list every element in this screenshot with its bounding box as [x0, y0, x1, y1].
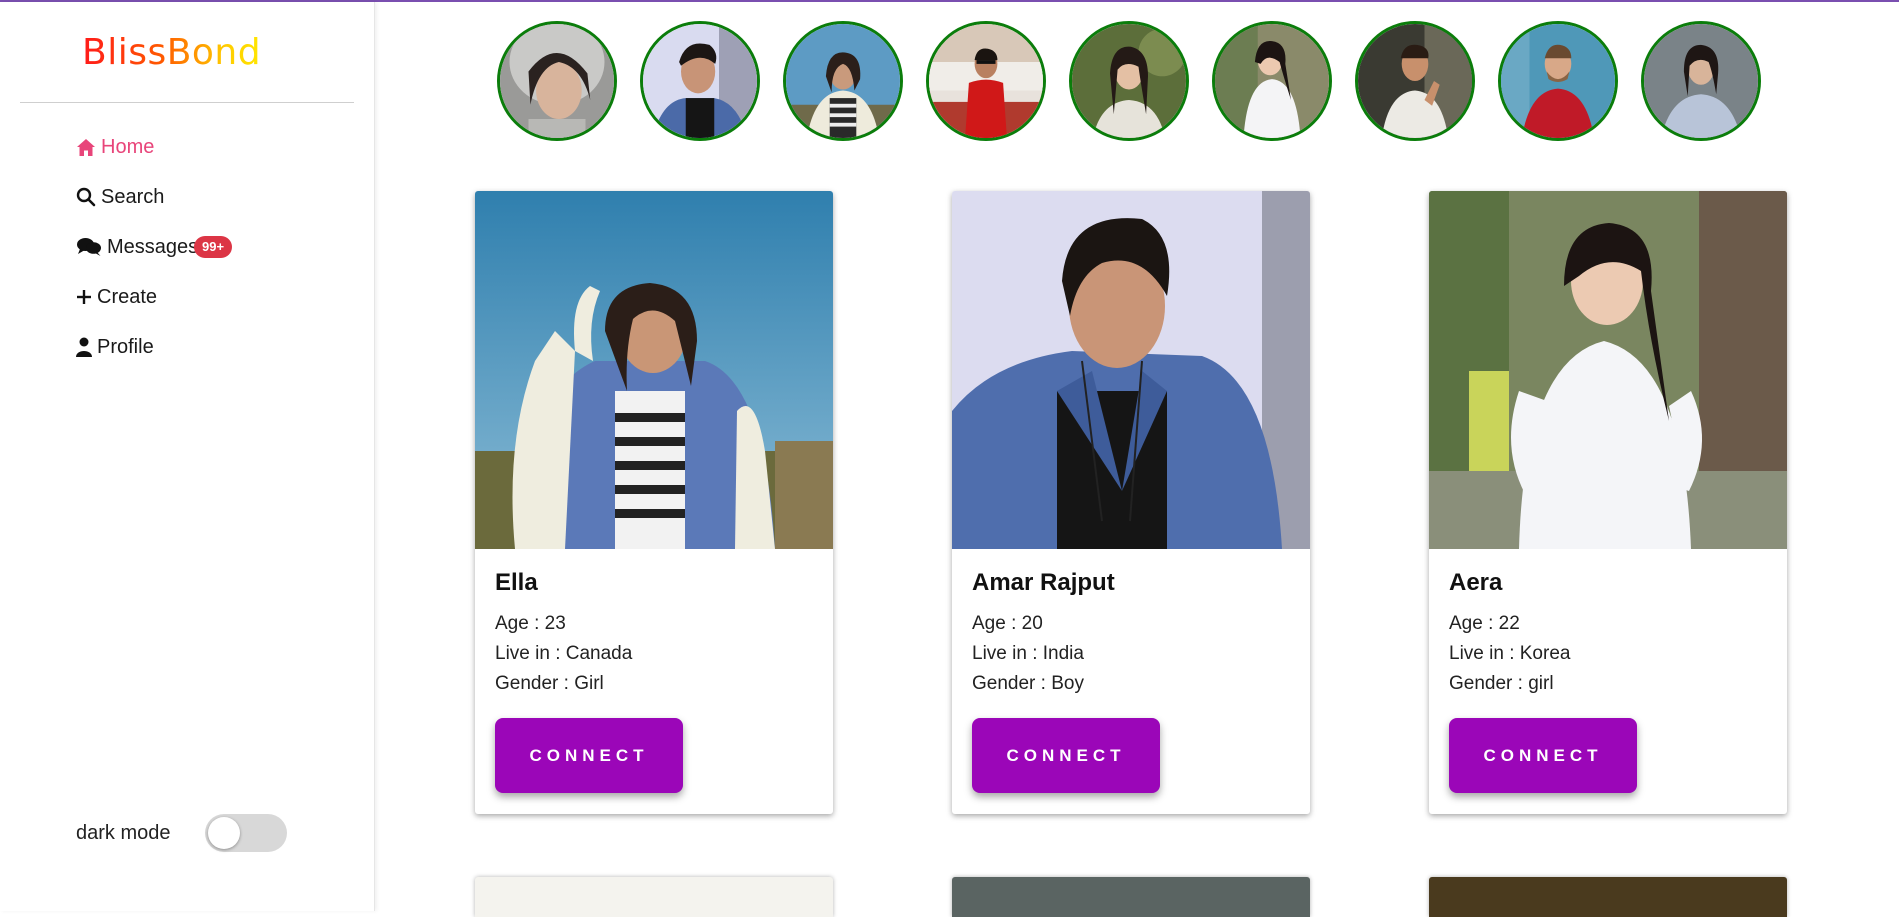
toggle-knob [207, 817, 240, 849]
profile-card-partial [952, 877, 1310, 917]
connect-button[interactable]: CONNECT [972, 718, 1160, 793]
profile-gender: Gender : Girl [495, 673, 604, 694]
unread-badge: 99+ [194, 236, 233, 258]
chat-bubbles-icon [75, 236, 103, 258]
profile-photo[interactable] [1429, 191, 1787, 549]
story-avatar[interactable] [497, 21, 617, 141]
story-avatar[interactable] [783, 21, 903, 141]
connect-button[interactable]: CONNECT [1449, 718, 1637, 793]
profile-photo[interactable] [952, 191, 1310, 549]
user-icon [75, 336, 93, 358]
divider [20, 102, 354, 103]
sidebar-item-search[interactable]: Search [75, 186, 198, 236]
sidebar-item-home[interactable]: Home [75, 136, 198, 186]
stories-row [497, 21, 1761, 141]
sidebar-item-label: Create [97, 286, 158, 308]
sidebar-item-label: Profile [97, 336, 154, 358]
profile-photo[interactable] [475, 191, 833, 549]
profile-name: Ella [495, 569, 538, 596]
profile-age: Age : 22 [1449, 613, 1520, 634]
story-avatar[interactable] [926, 21, 1046, 141]
dark-mode-toggle[interactable] [204, 814, 287, 852]
connect-button[interactable]: CONNECT [495, 718, 683, 793]
profile-gender: Gender : girl [1449, 673, 1554, 694]
profile-location: Live in : India [972, 643, 1084, 664]
dark-mode-control: dark mode [76, 814, 287, 852]
home-icon [75, 136, 97, 158]
app-logo[interactable]: BlissBond [82, 32, 261, 73]
profile-age: Age : 20 [972, 613, 1043, 634]
profile-location: Live in : Canada [495, 643, 633, 664]
profile-card: Amar Rajput Age : 20 Live in : India Gen… [952, 191, 1310, 814]
sidebar-item-create[interactable]: Create [75, 286, 198, 336]
sidebar-item-profile[interactable]: Profile [75, 336, 198, 386]
story-avatar[interactable] [1641, 21, 1761, 141]
profile-location: Live in : Korea [1449, 643, 1571, 664]
profile-name: Aera [1449, 569, 1503, 596]
dark-mode-label: dark mode [76, 821, 171, 844]
story-avatar[interactable] [640, 21, 760, 141]
profile-card: Ella Age : 23 Live in : Canada Gender : … [475, 191, 833, 814]
search-icon [75, 186, 97, 208]
story-avatar[interactable] [1212, 21, 1332, 141]
story-avatar[interactable] [1498, 21, 1618, 141]
sidebar: BlissBond Home Search Messages 99+ Creat… [0, 2, 375, 911]
profile-card-partial [1429, 877, 1787, 917]
sidebar-item-label: Home [101, 136, 155, 158]
profile-gender: Gender : Boy [972, 673, 1084, 694]
profile-age: Age : 23 [495, 613, 566, 634]
sidebar-nav: Home Search Messages 99+ Create Profile [75, 136, 233, 386]
profile-name: Amar Rajput [972, 569, 1115, 596]
sidebar-item-label: Messages [107, 236, 199, 258]
profile-card-partial [475, 877, 833, 917]
story-avatar[interactable] [1355, 21, 1475, 141]
profile-card: Aera Age : 22 Live in : Korea Gender : g… [1429, 191, 1787, 814]
plus-icon [75, 286, 93, 308]
story-avatar[interactable] [1069, 21, 1189, 141]
sidebar-item-label: Search [101, 186, 165, 208]
sidebar-item-messages[interactable]: Messages 99+ [75, 236, 233, 286]
